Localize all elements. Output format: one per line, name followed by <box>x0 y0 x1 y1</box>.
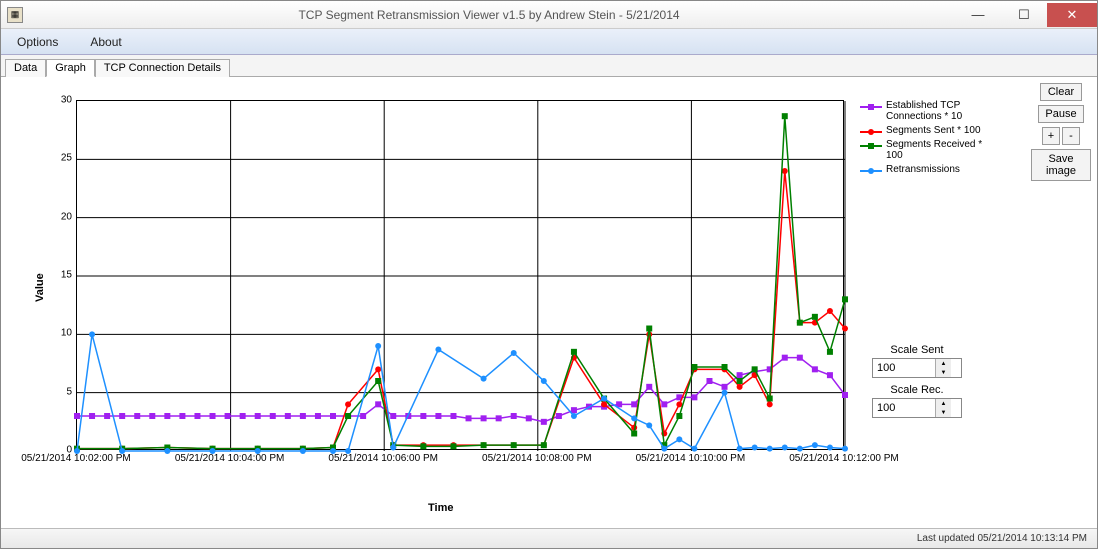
content-area: Value Time 051015202530 05/21/2014 10:02… <box>1 77 1097 523</box>
clear-button[interactable]: Clear <box>1040 83 1082 101</box>
tab-details[interactable]: TCP Connection Details <box>95 59 230 77</box>
y-axis-label: Value <box>34 273 46 302</box>
zoom-out-button[interactable]: - <box>1062 127 1080 145</box>
status-bar: Last updated 05/21/2014 10:13:14 PM <box>1 528 1097 548</box>
scale-rec-down[interactable]: ▼ <box>936 408 951 417</box>
scale-rec-label: Scale Rec. <box>872 384 962 396</box>
legend-item-sent: Segments Sent * 100 <box>860 125 988 136</box>
pause-button[interactable]: Pause <box>1038 105 1083 123</box>
legend-item-retrans: Retransmissions <box>860 164 988 175</box>
window-buttons: — ☐ ✕ <box>955 3 1097 27</box>
plot-area <box>76 100 844 450</box>
scale-sent-field[interactable] <box>873 359 935 377</box>
legend-text-established: Established TCP Connections * 10 <box>886 100 988 122</box>
menubar: Options About <box>1 29 1097 55</box>
window-title: TCP Segment Retransmission Viewer v1.5 b… <box>23 8 955 22</box>
legend: Established TCP Connections * 10 Segment… <box>860 100 988 178</box>
app-icon: ▦ <box>7 7 23 23</box>
legend-text-retrans: Retransmissions <box>886 164 960 175</box>
close-button[interactable]: ✕ <box>1047 3 1097 27</box>
minimize-button[interactable]: — <box>955 3 1001 27</box>
tab-data[interactable]: Data <box>5 59 46 77</box>
legend-text-sent: Segments Sent * 100 <box>886 125 981 136</box>
menu-about[interactable]: About <box>82 32 129 52</box>
tabbar: Data Graph TCP Connection Details <box>1 55 1097 77</box>
legend-text-received: Segments Received * 100 <box>886 139 988 161</box>
save-image-button[interactable]: Save image <box>1031 149 1091 181</box>
maximize-button[interactable]: ☐ <box>1001 3 1047 27</box>
legend-item-received: Segments Received * 100 <box>860 139 988 161</box>
x-axis-label: Time <box>428 502 453 514</box>
side-controls: Clear Pause + - Save image <box>1031 81 1091 523</box>
scale-sent-down[interactable]: ▼ <box>936 368 951 377</box>
scale-sent-up[interactable]: ▲ <box>936 359 951 368</box>
chart-svg <box>77 101 843 449</box>
scale-rec-field[interactable] <box>873 399 935 417</box>
legend-item-established: Established TCP Connections * 10 <box>860 100 988 122</box>
scale-sent-input[interactable]: ▲▼ <box>872 358 962 378</box>
scale-sent-label: Scale Sent <box>872 344 962 356</box>
chart-wrapper: Value Time 051015202530 05/21/2014 10:02… <box>7 81 1031 523</box>
zoom-in-button[interactable]: + <box>1042 127 1060 145</box>
titlebar: ▦ TCP Segment Retransmission Viewer v1.5… <box>1 1 1097 29</box>
menu-options[interactable]: Options <box>9 32 66 52</box>
tab-graph[interactable]: Graph <box>46 59 95 77</box>
scale-rec-input[interactable]: ▲▼ <box>872 398 962 418</box>
scale-controls: Scale Sent ▲▼ Scale Rec. ▲▼ <box>872 344 962 424</box>
scale-rec-up[interactable]: ▲ <box>936 399 951 408</box>
status-text: Last updated 05/21/2014 10:13:14 PM <box>917 533 1087 544</box>
